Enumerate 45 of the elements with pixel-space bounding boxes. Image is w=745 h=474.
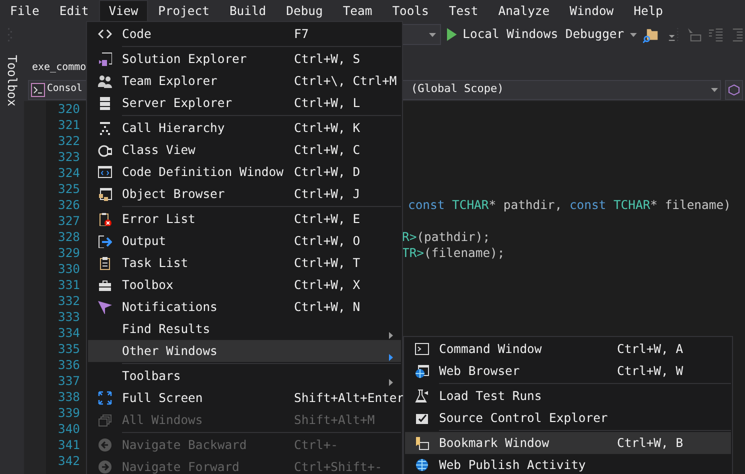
shortcut-label: Ctrl+W, L [294,94,360,112]
line-number: 320 [56,100,80,118]
line-number: 341 [56,436,80,454]
shortcut-label: Ctrl+W, S [294,50,360,68]
line-number: 335 [56,340,80,358]
line-number: 326 [56,196,80,214]
line-number: 339 [56,404,80,422]
line-number: 333 [56,308,80,326]
code-line: const TCHAR* pathdir, const TCHAR* filename) [408,196,731,214]
shortcut-label: Shift+Alt+Enter [294,390,404,407]
shortcut-label: Ctrl+W, W [617,362,684,380]
line-number: 336 [56,356,80,374]
shortcut-label: Ctrl+- [294,436,338,454]
line-number: 340 [56,420,80,438]
shortcut-label: Ctrl+W, A [617,340,684,358]
shortcut-label: Ctrl+W, N [294,298,360,316]
code-line: TR>(filename); [402,244,505,262]
line-number: 321 [56,116,80,134]
shortcut-label: Ctrl+W, C [294,142,360,159]
shortcut-label: Ctrl+W, X [294,276,360,294]
shortcut-label: Shift+Alt+M [294,412,375,429]
shortcut-label: Ctrl+W, J [294,186,360,203]
shortcut-label: Ctrl+W, B [617,434,684,452]
shortcut-label: Ctrl+Shift+- [294,458,382,474]
shortcut-label: Ctrl+W, T [294,254,360,272]
line-number: 322 [56,132,80,150]
line-number: 327 [56,212,80,230]
line-number: 324 [56,164,80,182]
line-number: 325 [56,180,80,198]
line-number: 328 [56,228,80,246]
line-number: 331 [56,276,80,294]
line-number: 330 [56,260,80,278]
line-number: 334 [56,324,80,342]
shortcut-label: Ctrl+W, D [294,164,360,181]
line-number: 342 [56,452,80,470]
shortcut-label: Ctrl+W, K [294,120,360,137]
line-number: 323 [56,148,80,166]
shortcut-label: Ctrl+W, O [294,232,360,250]
code-line: R>(pathdir); [402,228,490,246]
line-number: 337 [56,372,80,390]
line-number: 332 [56,292,80,310]
shortcut-label: F7 [294,26,309,43]
shortcut-label: Ctrl+W, E [294,210,360,228]
line-number: 338 [56,388,80,406]
line-number: 329 [56,244,80,262]
